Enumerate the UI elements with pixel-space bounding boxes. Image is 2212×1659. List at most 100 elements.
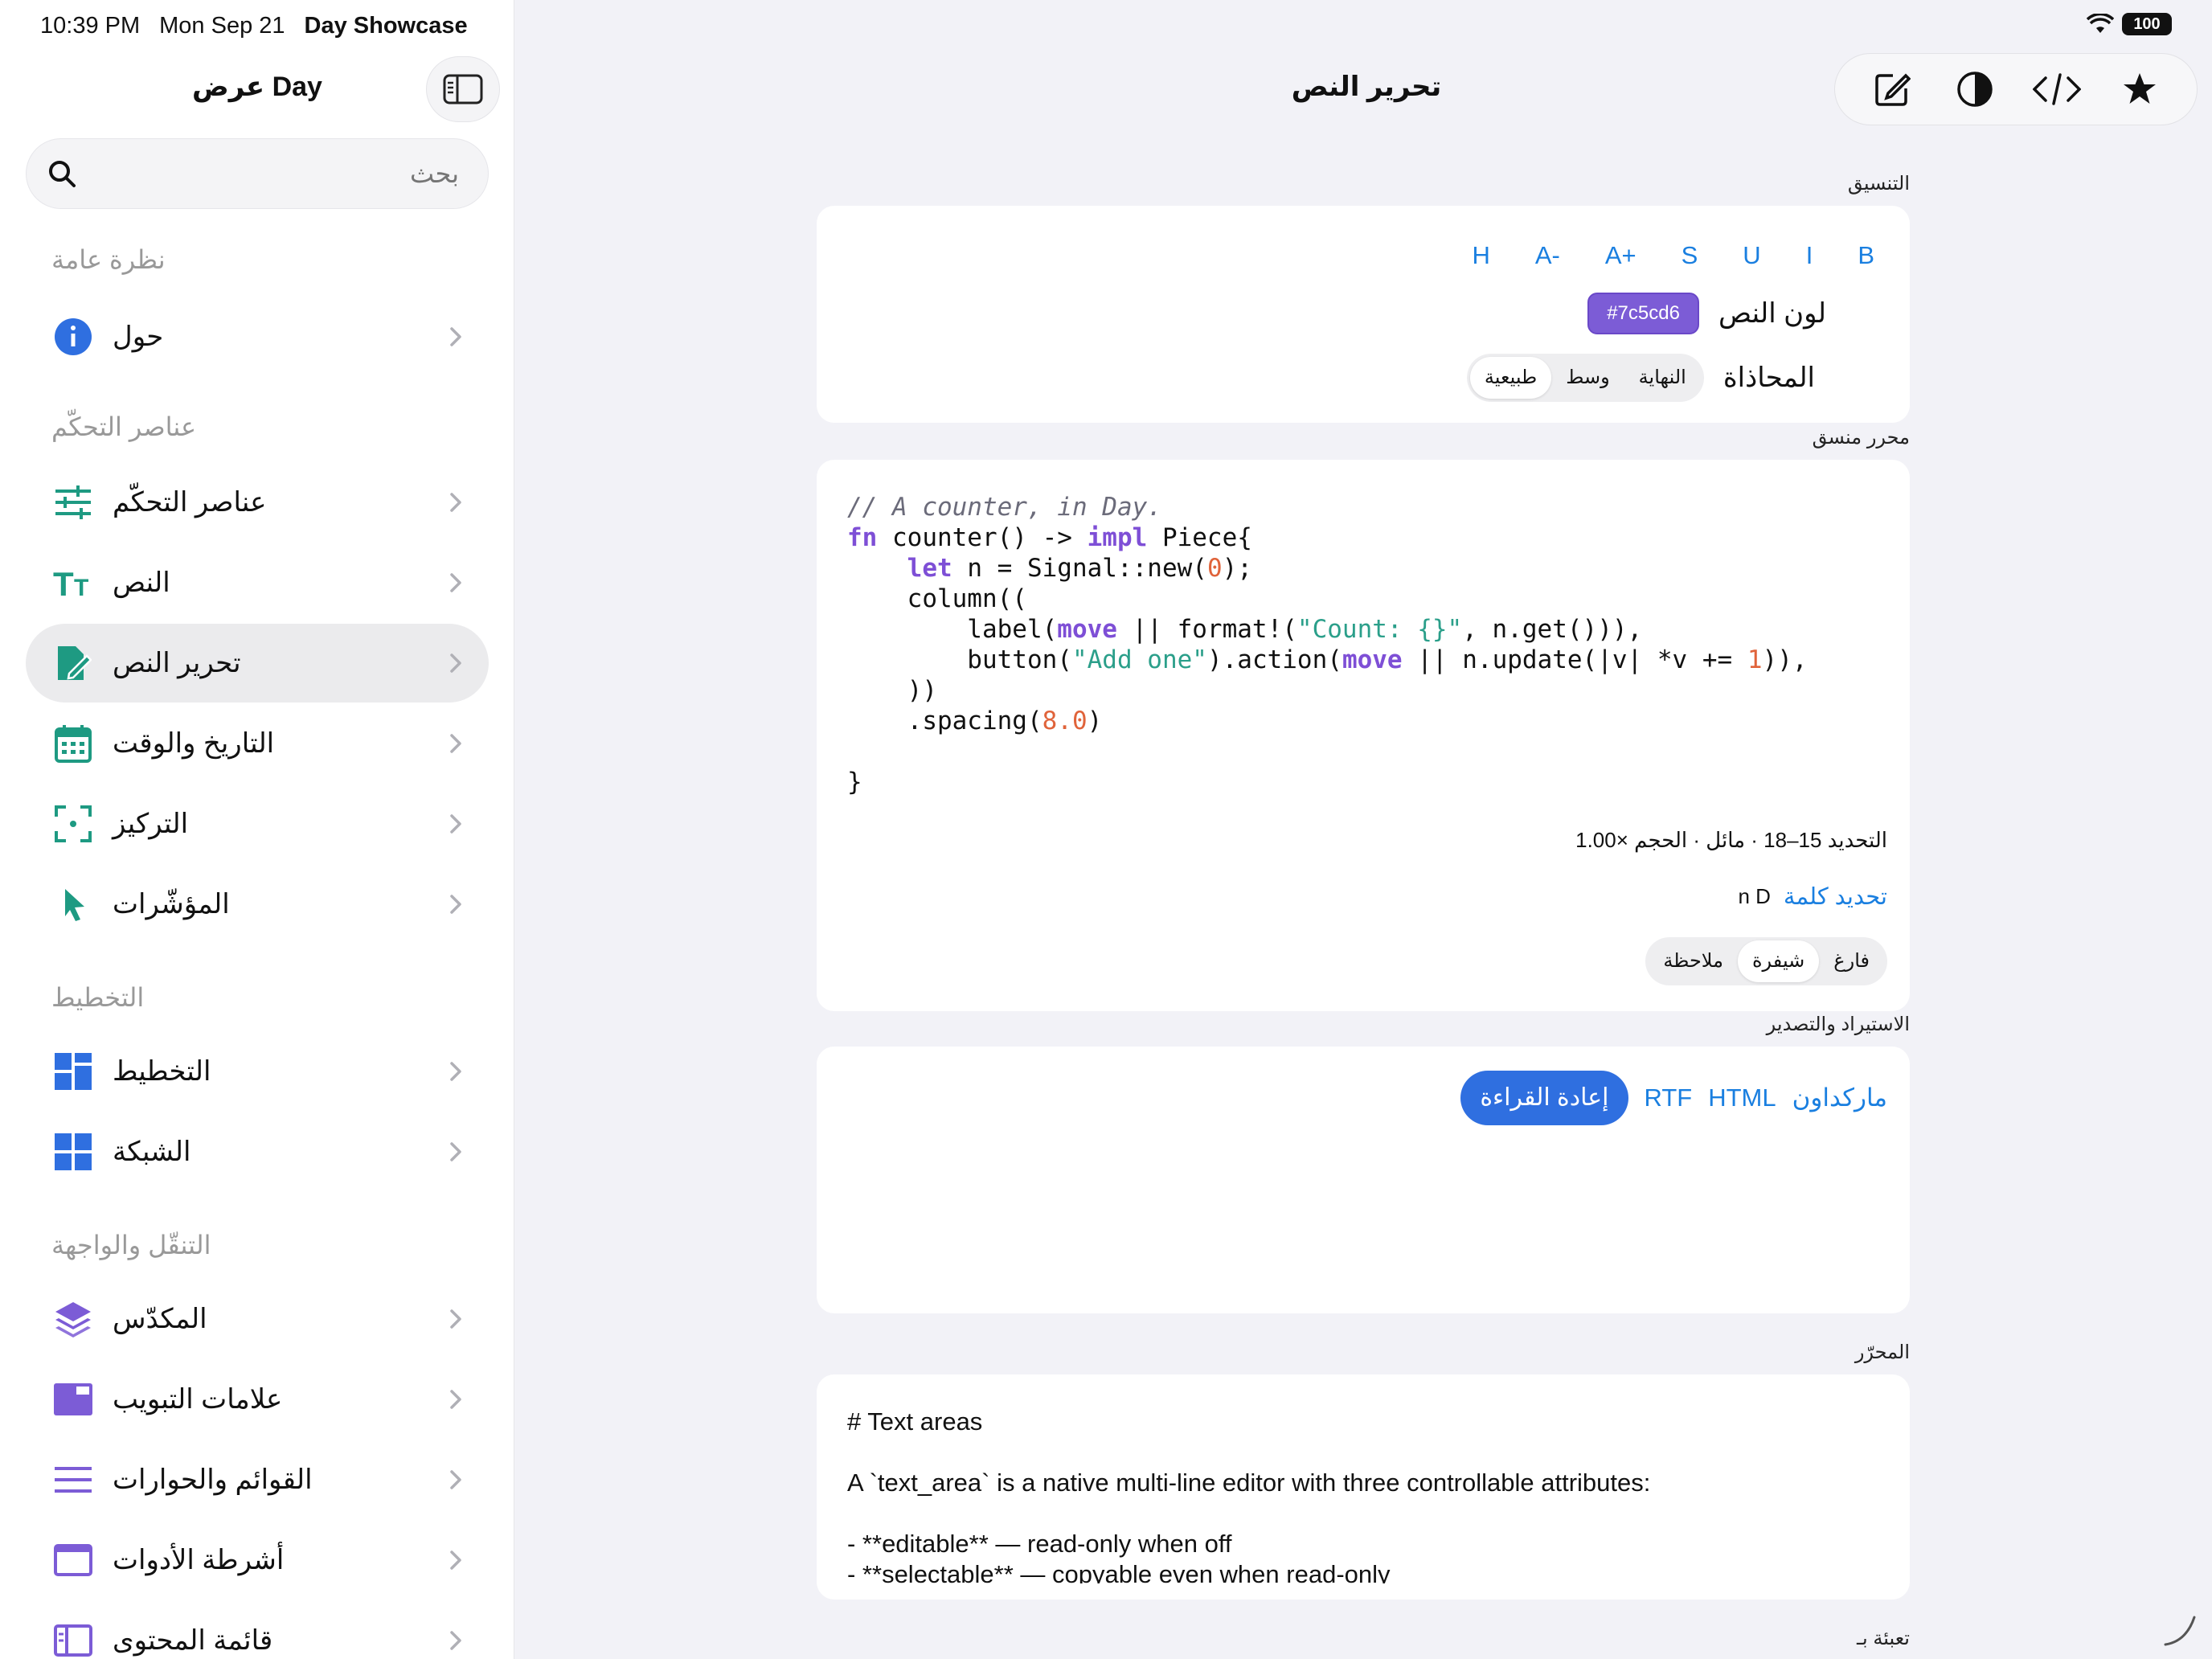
edit-document-icon	[53, 643, 93, 683]
sidebar-item-label: تحرير النص	[113, 648, 241, 678]
code-editor[interactable]: // A counter, in Day. fn counter() -> im…	[847, 492, 1808, 797]
alignment-segmented-control: النهاية وسط طبيعية	[1466, 354, 1704, 402]
resize-grabber-icon[interactable]	[2162, 1612, 2198, 1648]
rich-editor-card: // A counter, in Day. fn counter() -> im…	[817, 460, 1910, 1011]
sidebar-item-label: التاريخ والوقت	[113, 728, 275, 759]
sidebar-item-label: أشرطة الأدوات	[113, 1545, 285, 1575]
sidebar-item-content-list[interactable]: قائمة المحتوى	[26, 1601, 489, 1659]
wifi-icon	[2087, 14, 2114, 33]
decrease-size-button[interactable]: A-	[1535, 241, 1560, 270]
sidebar-item-label: القوائم والحوارات	[113, 1464, 313, 1495]
text-color-picker[interactable]: #7c5cd6	[1587, 293, 1699, 334]
text-area[interactable]: # Text areas A `text_area` is a native m…	[847, 1407, 1876, 1583]
export-markdown-link[interactable]: ماركداون	[1792, 1083, 1887, 1112]
appearance-button[interactable]	[1951, 65, 1999, 113]
chevron-right-icon	[450, 1390, 461, 1409]
formatting-buttons: B I U S A+ A- H	[1472, 241, 1874, 270]
increase-size-button[interactable]: A+	[1605, 241, 1636, 270]
text-area-line: - **editable** — read-only when off	[847, 1530, 1232, 1558]
chevron-right-icon	[450, 1550, 461, 1570]
star-icon	[2123, 73, 2156, 104]
selection-info: التحديد 15–18 · مائل · الحجم ×1.00	[1575, 828, 1887, 852]
status-time: 10:39 PM	[40, 13, 141, 39]
content-list-icon	[53, 1620, 93, 1659]
editor-card: # Text areas A `text_area` is a native m…	[817, 1374, 1910, 1600]
reread-button[interactable]: إعادة القراءة	[1460, 1071, 1628, 1125]
alignment-row: المحاذاة النهاية وسط طبيعية	[1466, 354, 1815, 402]
sidebar-item-label: النص	[113, 567, 170, 598]
sidebar-toggle-button[interactable]	[426, 56, 500, 122]
sidebar-item-stack[interactable]: المكدّس	[26, 1280, 489, 1358]
chevron-right-icon	[450, 573, 461, 592]
import-export-card: ماركداون HTML RTF إعادة القراءة	[817, 1047, 1910, 1313]
top-toolbar	[1834, 53, 2198, 125]
sidebar-item-label: قائمة المحتوى	[113, 1625, 273, 1656]
code-icon	[2033, 73, 2082, 105]
alignment-option-end[interactable]: النهاية	[1624, 357, 1701, 399]
grid-icon	[53, 1132, 93, 1172]
text-area-line: - **selectable** — copyable even when re…	[847, 1560, 1391, 1583]
fill-section-label: تعبئة بـ	[1857, 1628, 1910, 1649]
compose-button[interactable]	[1868, 65, 1916, 113]
underline-button[interactable]: U	[1743, 241, 1760, 270]
italic-button[interactable]: I	[1806, 241, 1813, 270]
search-icon	[49, 161, 76, 187]
focus-icon	[53, 804, 93, 844]
sidebar-item-grid[interactable]: الشبكة	[26, 1112, 489, 1191]
chevron-right-icon	[450, 734, 461, 753]
toolbar-icon	[53, 1540, 93, 1580]
chevron-right-icon	[450, 1062, 461, 1081]
sidebar-item-toolbars[interactable]: أشرطة الأدوات	[26, 1521, 489, 1600]
import-export-section-label: الاستيراد والتصدير	[1766, 1014, 1910, 1035]
export-rtf-link[interactable]: RTF	[1645, 1083, 1693, 1112]
status-date: Mon Sep 21	[159, 13, 285, 39]
sidebar-item-cursors[interactable]: المؤشّرات	[26, 865, 489, 944]
cursor-icon	[53, 884, 93, 924]
text-size-icon: TT	[53, 563, 93, 603]
select-word-button[interactable]: تحديد كلمة	[1784, 883, 1887, 911]
code-view-button[interactable]	[2033, 65, 2082, 113]
formatting-card: B I U S A+ A- H لون النص #7c5cd6 المحاذا…	[817, 206, 1910, 423]
sidebar-item-menus-dialogs[interactable]: القوائم والحوارات	[26, 1440, 489, 1519]
highlight-button[interactable]: H	[1472, 241, 1489, 270]
sidebar-item-text-editing[interactable]: تحرير النص	[26, 624, 489, 703]
text-color-row: لون النص #7c5cd6	[1587, 293, 1826, 334]
mode-option-note[interactable]: ملاحظة	[1649, 940, 1738, 982]
alignment-option-center[interactable]: وسط	[1551, 357, 1624, 399]
export-html-link[interactable]: HTML	[1708, 1083, 1776, 1112]
sidebar-item-label: المؤشّرات	[113, 889, 230, 920]
chevron-right-icon	[450, 327, 461, 346]
tabs-icon	[53, 1379, 93, 1419]
sidebar-item-label: المكدّس	[113, 1304, 207, 1334]
sidebar-item-date-time[interactable]: التاريخ والوقت	[26, 704, 489, 783]
status-app-name: Day Showcase	[304, 13, 468, 39]
text-area-line: # Text areas	[847, 1407, 983, 1436]
editor-section-label: المحرّر	[1854, 1342, 1910, 1363]
formatting-section-label: التنسيق	[1847, 173, 1910, 195]
mode-option-code[interactable]: شيفرة	[1737, 940, 1820, 982]
status-bar-right: 100	[2087, 13, 2172, 35]
chevron-right-icon	[450, 653, 461, 673]
select-word-row: تحديد كلمة n D	[1738, 883, 1887, 911]
alignment-label: المحاذاة	[1722, 363, 1815, 393]
search-field[interactable]	[26, 138, 489, 209]
bold-button[interactable]: B	[1858, 241, 1874, 270]
mode-option-empty[interactable]: فارغ	[1819, 940, 1884, 982]
sidebar-item-text[interactable]: TT النص	[26, 543, 489, 622]
sidebar-item-tabs[interactable]: علامات التبويب	[26, 1360, 489, 1439]
sidebar-icon	[443, 74, 483, 104]
sidebar-item-layout[interactable]: التخطيط	[26, 1032, 489, 1111]
rich-editor-section-label: محرر منسق	[1812, 427, 1910, 449]
favorite-button[interactable]	[2116, 65, 2164, 113]
sidebar-item-controls[interactable]: عناصر التحكّم	[26, 463, 489, 542]
chevron-right-icon	[450, 814, 461, 834]
chevron-right-icon	[450, 895, 461, 914]
search-input[interactable]	[89, 158, 459, 189]
content-mode-segmented-control: فارغ شيفرة ملاحظة	[1645, 937, 1887, 985]
sidebar-item-label: عناصر التحكّم	[113, 487, 267, 518]
sidebar-item-focus[interactable]: التركيز	[26, 784, 489, 863]
svg-text:T: T	[74, 575, 88, 600]
strikethrough-button[interactable]: S	[1682, 241, 1698, 270]
alignment-option-natural[interactable]: طبيعية	[1469, 357, 1552, 399]
sidebar-item-about[interactable]: حول	[26, 297, 489, 376]
